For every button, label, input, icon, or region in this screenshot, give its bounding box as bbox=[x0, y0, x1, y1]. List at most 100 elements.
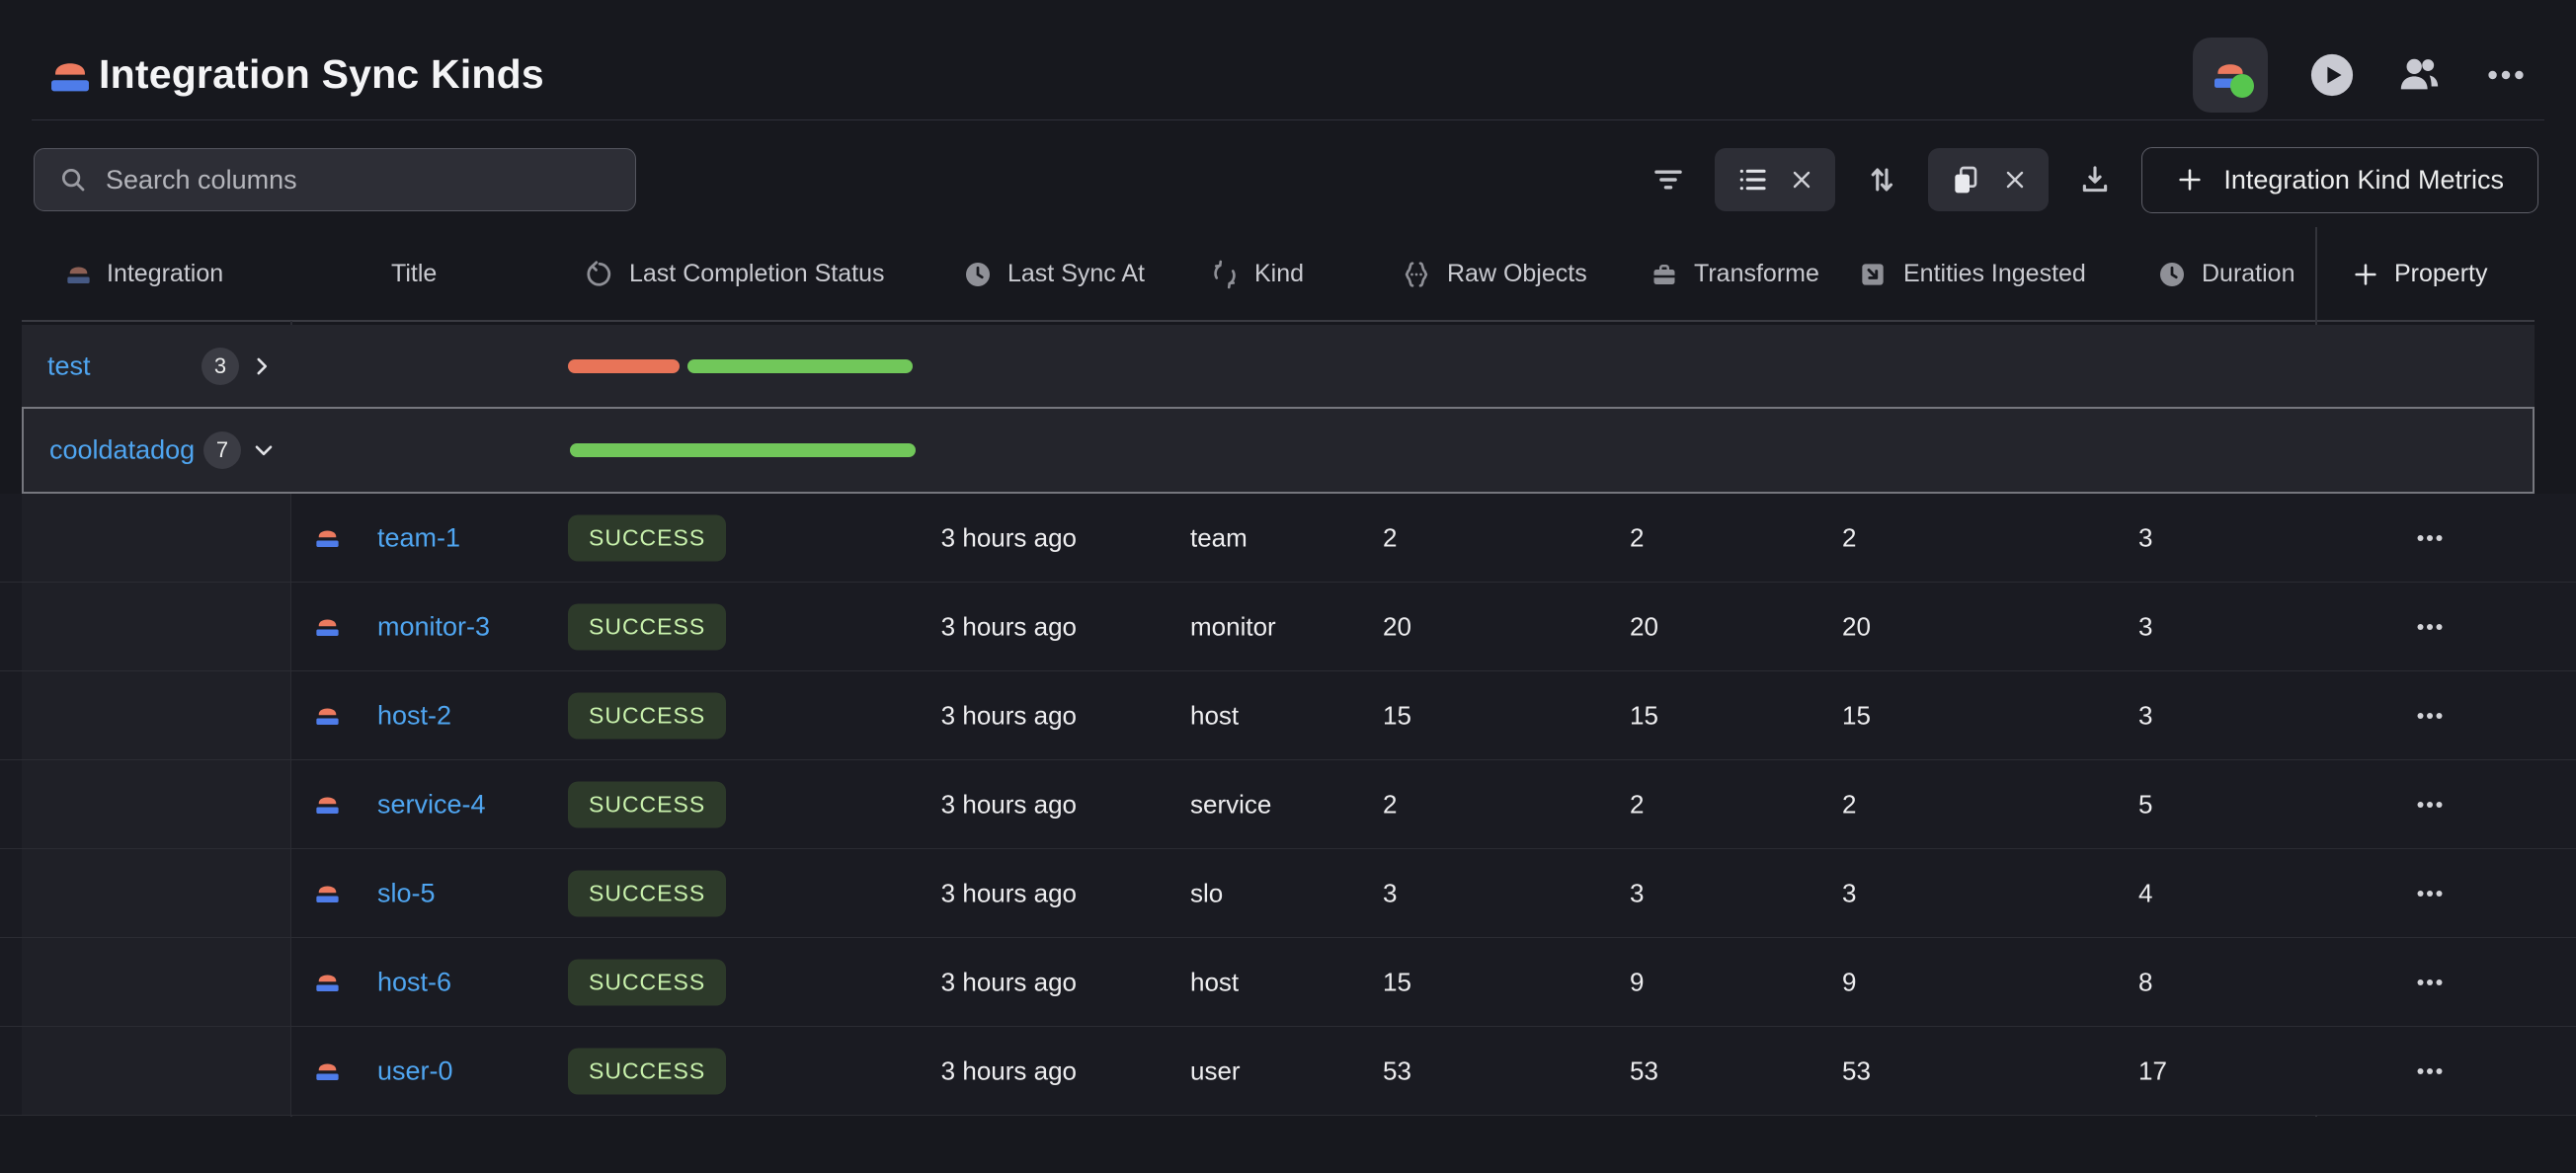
status-badge: SUCCESS bbox=[568, 514, 726, 561]
pinned-column-cell bbox=[22, 1027, 291, 1115]
kind-cell: host bbox=[1190, 700, 1239, 731]
port-logo-icon bbox=[314, 612, 341, 642]
column-header-last-sync-at[interactable]: Last Sync At bbox=[963, 227, 1145, 321]
page-title: Integration Sync Kinds bbox=[99, 51, 544, 98]
column-header-last-completion-status[interactable]: Last Completion Status bbox=[585, 227, 884, 321]
pinned-column-cell bbox=[22, 583, 291, 670]
row-actions-button[interactable] bbox=[2395, 958, 2464, 1007]
add-property-button[interactable]: Property bbox=[2352, 227, 2487, 321]
header-divider bbox=[32, 119, 2544, 120]
copy-icon bbox=[1950, 164, 1981, 196]
table-row[interactable]: team-1 SUCCESS 3 hours ago team 2 2 2 3 bbox=[0, 494, 2576, 583]
online-status-dot bbox=[2230, 74, 2254, 98]
entities-ingested-cell: 2 bbox=[1842, 789, 1856, 820]
table-row[interactable]: host-2 SUCCESS 3 hours ago host 15 15 15… bbox=[0, 671, 2576, 760]
integration-kind-metrics-button[interactable]: Integration Kind Metrics bbox=[2141, 147, 2538, 213]
transformed-cell: 2 bbox=[1630, 789, 1644, 820]
clock-icon bbox=[963, 260, 993, 289]
row-actions-button[interactable] bbox=[2395, 691, 2464, 741]
row-actions-button[interactable] bbox=[2395, 513, 2464, 563]
entities-ingested-cell: 20 bbox=[1842, 611, 1871, 642]
port-logo-icon bbox=[314, 879, 341, 908]
sync-kind-link[interactable]: team-1 bbox=[377, 522, 460, 553]
chevron-down-icon[interactable] bbox=[251, 437, 277, 463]
raw-objects-cell: 53 bbox=[1383, 1056, 1411, 1086]
raw-objects-cell: 2 bbox=[1383, 789, 1397, 820]
last-sync-cell: 3 hours ago bbox=[879, 611, 1077, 642]
status-distribution-bar bbox=[570, 443, 916, 457]
table-row[interactable]: user-0 SUCCESS 3 hours ago user 53 53 53… bbox=[0, 1027, 2576, 1116]
topbar-actions bbox=[2193, 36, 2529, 115]
ingest-icon bbox=[1857, 259, 1889, 290]
transformed-cell: 20 bbox=[1630, 611, 1658, 642]
sync-kind-link[interactable]: monitor-3 bbox=[377, 611, 490, 642]
pinned-column-cell bbox=[22, 849, 291, 937]
table-row[interactable]: host-6 SUCCESS 3 hours ago host 15 9 9 8 bbox=[0, 938, 2576, 1027]
table-row[interactable]: monitor-3 SUCCESS 3 hours ago monitor 20… bbox=[0, 583, 2576, 671]
filter-icon[interactable] bbox=[1651, 163, 1685, 196]
column-header-entities-ingested[interactable]: Entities Ingested bbox=[1857, 227, 2086, 321]
chevron-right-icon[interactable] bbox=[249, 353, 275, 379]
integration-link[interactable]: cooldatadog bbox=[49, 435, 195, 466]
row-actions-button[interactable] bbox=[2395, 869, 2464, 918]
sync-kind-link[interactable]: host-2 bbox=[377, 700, 451, 731]
kind-cell: monitor bbox=[1190, 611, 1276, 642]
table-row[interactable]: service-4 SUCCESS 3 hours ago service 2 … bbox=[0, 760, 2576, 849]
port-logo-icon bbox=[47, 51, 93, 101]
clock-icon bbox=[2157, 260, 2187, 289]
column-header-raw-objects[interactable]: Raw Objects bbox=[1401, 227, 1587, 321]
entities-ingested-cell: 2 bbox=[1842, 522, 1856, 553]
close-icon[interactable] bbox=[2003, 168, 2027, 192]
integration-link[interactable]: test bbox=[47, 351, 91, 381]
port-logo-icon bbox=[314, 968, 341, 997]
column-header-integration[interactable]: Integration bbox=[65, 227, 223, 321]
duration-cell: 3 bbox=[2138, 611, 2152, 642]
last-sync-cell: 3 hours ago bbox=[879, 967, 1077, 997]
sync-kind-link[interactable]: service-4 bbox=[377, 789, 486, 820]
download-icon[interactable] bbox=[2078, 163, 2112, 196]
history-icon bbox=[585, 260, 614, 289]
close-icon[interactable] bbox=[1790, 168, 1813, 192]
group-row-cooldatadog[interactable]: cooldatadog 7 bbox=[22, 407, 2535, 494]
last-sync-cell: 3 hours ago bbox=[879, 522, 1077, 553]
row-actions-button[interactable] bbox=[2395, 602, 2464, 652]
port-logo-icon bbox=[65, 260, 92, 289]
view-toggle-button[interactable] bbox=[1715, 148, 1835, 211]
pinned-column-cell bbox=[22, 760, 291, 848]
column-header-transformed[interactable]: Transforme bbox=[1650, 227, 1819, 321]
column-header-duration[interactable]: Duration bbox=[2157, 227, 2295, 321]
table-row[interactable]: slo-5 SUCCESS 3 hours ago slo 3 3 3 4 bbox=[0, 849, 2576, 938]
raw-objects-cell: 15 bbox=[1383, 700, 1411, 731]
sort-arrows-icon[interactable] bbox=[1865, 163, 1898, 196]
table-controls: Integration Kind Metrics bbox=[1651, 146, 2538, 213]
members-icon[interactable] bbox=[2396, 52, 2442, 98]
group-row-test[interactable]: test 3 bbox=[22, 325, 2535, 407]
kind-cell: team bbox=[1190, 522, 1248, 553]
sync-kind-link[interactable]: host-6 bbox=[377, 967, 451, 997]
group-by-button[interactable] bbox=[1928, 148, 2049, 211]
workspace-avatar-icon[interactable] bbox=[2193, 38, 2268, 113]
status-badge: SUCCESS bbox=[568, 781, 726, 827]
count-badge: 7 bbox=[203, 431, 241, 469]
kind-cell: user bbox=[1190, 1056, 1241, 1086]
status-badge: SUCCESS bbox=[568, 1048, 726, 1094]
row-actions-button[interactable] bbox=[2395, 1047, 2464, 1096]
table-header-border bbox=[22, 320, 2535, 322]
plus-icon bbox=[2352, 261, 2379, 288]
column-header-title[interactable]: Title bbox=[391, 227, 437, 321]
duration-cell: 5 bbox=[2138, 789, 2152, 820]
search-input[interactable] bbox=[106, 165, 611, 196]
row-actions-button[interactable] bbox=[2395, 780, 2464, 829]
last-sync-cell: 3 hours ago bbox=[879, 1056, 1077, 1086]
transformed-cell: 9 bbox=[1630, 967, 1644, 997]
more-horizontal-icon[interactable] bbox=[2483, 52, 2529, 98]
sync-kind-link[interactable]: slo-5 bbox=[377, 878, 436, 908]
sync-kind-link[interactable]: user-0 bbox=[377, 1056, 453, 1086]
pinned-column-cell bbox=[22, 938, 291, 1026]
duration-cell: 17 bbox=[2138, 1056, 2167, 1086]
play-icon[interactable] bbox=[2309, 52, 2355, 98]
status-badge: SUCCESS bbox=[568, 692, 726, 739]
column-header-kind[interactable]: Kind bbox=[1210, 227, 1304, 321]
transformed-cell: 15 bbox=[1630, 700, 1658, 731]
last-sync-cell: 3 hours ago bbox=[879, 878, 1077, 908]
